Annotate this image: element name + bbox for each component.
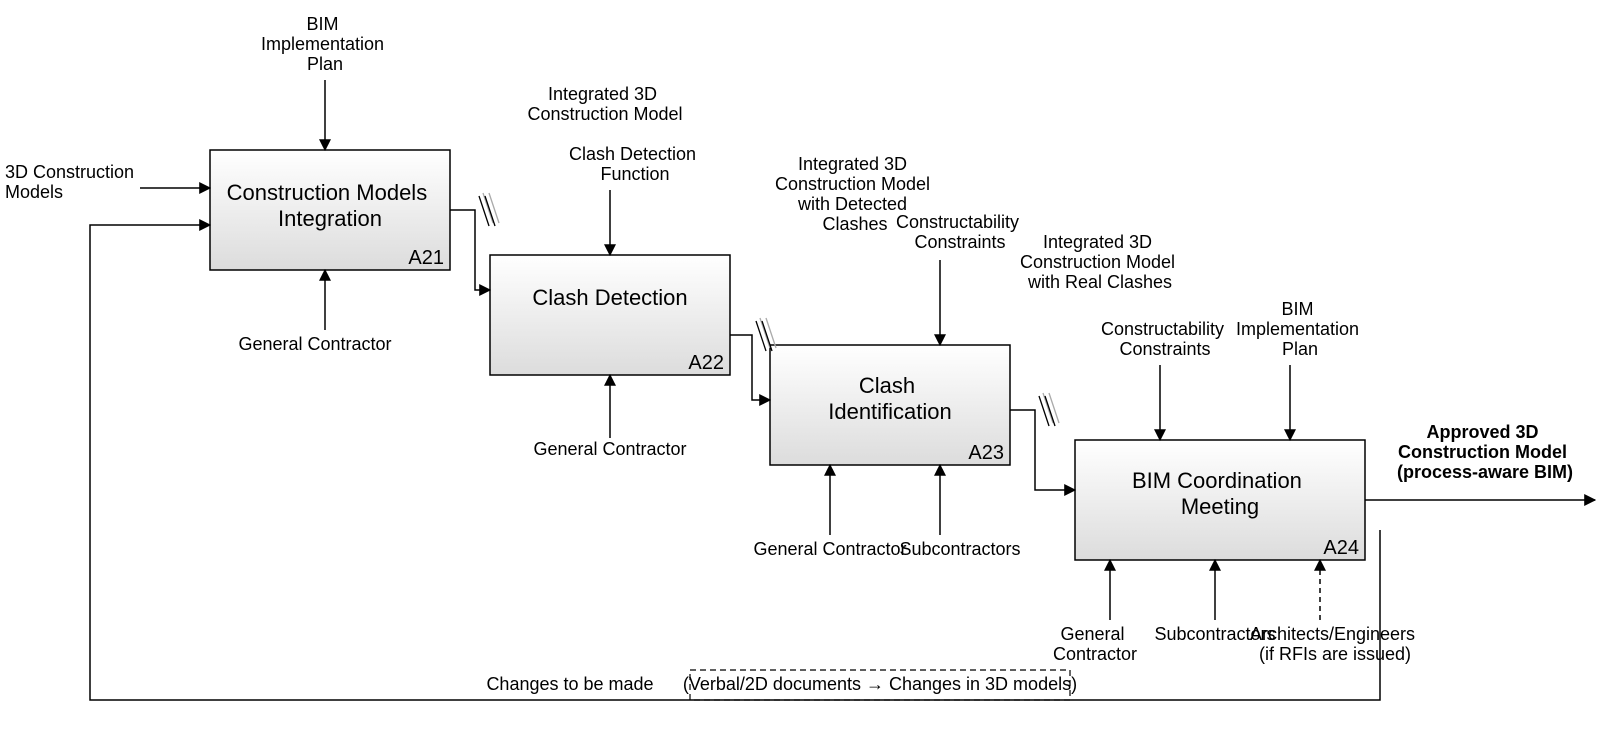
split-a22-1: [756, 321, 766, 351]
label-bim-plan-a21: BIM Implementation Plan: [261, 14, 389, 74]
split-a21b: [485, 196, 495, 226]
label-input-models: 3D Construction Models: [5, 162, 139, 202]
label-int-model-real: Integrated 3D Construction Model with Re…: [1020, 232, 1180, 292]
label-gc-a22: General Contractor: [533, 439, 686, 459]
label-arch-eng: Architects/Engineers (if RFIs are issued…: [1250, 624, 1420, 664]
split-a23-2: [1045, 396, 1055, 426]
split-a21: [479, 196, 489, 226]
split-a23-s1: [1043, 393, 1053, 423]
split-a23-s2: [1049, 393, 1059, 423]
split-a21-shadow: [483, 193, 493, 223]
split-a22-s2: [766, 318, 776, 348]
split-a22-s1: [760, 318, 770, 348]
label-gc-a23: General Contractor: [753, 539, 906, 559]
box-a21-id: A21: [408, 247, 444, 269]
arrow-a21-a22: [450, 210, 490, 290]
split-a23-1: [1039, 396, 1049, 426]
idef0-diagram: Construction Models Integration A21 Clas…: [0, 0, 1618, 754]
label-cd-func: Clash Detection Function: [569, 144, 701, 184]
box-a22-title: Clash Detection: [532, 285, 687, 310]
label-output: Approved 3D Construction Model (process-…: [1397, 422, 1573, 482]
box-a22-id: A22: [688, 352, 724, 374]
label-gc-a21: General Contractor: [238, 334, 391, 354]
box-a24-id: A24: [1323, 537, 1359, 559]
split-a22-2: [762, 321, 772, 351]
label-constraints-a23: Constructability Constraints: [896, 212, 1024, 252]
label-changes-note: (Verbal/2D documents → Changes in 3D mod…: [683, 674, 1077, 694]
label-int-model: Integrated 3D Construction Model: [527, 84, 682, 124]
label-changes: Changes to be made: [486, 674, 653, 694]
label-bim-plan-a24: BIM Implementation Plan: [1236, 299, 1364, 359]
arrow-a23-a24: [1010, 410, 1075, 490]
label-sub-a23: Subcontractors: [899, 539, 1020, 559]
box-a23-id: A23: [968, 442, 1004, 464]
label-gc-a24: General Contractor: [1053, 624, 1137, 664]
label-constraints-a24: Constructability Constraints: [1101, 319, 1229, 359]
split-a21-shadow2: [489, 193, 499, 223]
